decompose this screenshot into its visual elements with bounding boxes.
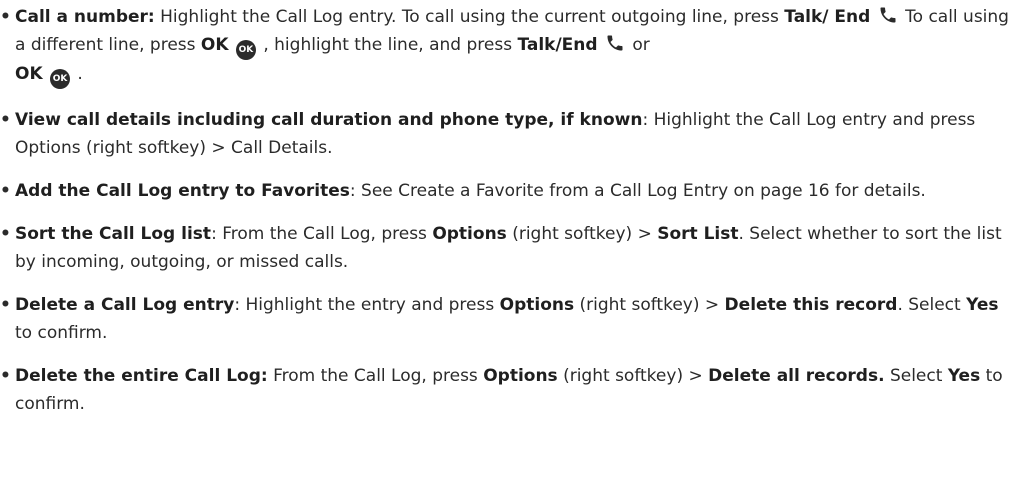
item-title: Add the Call Log entry to Favorites [15, 181, 350, 201]
item-bold: Delete all records. [708, 366, 885, 386]
item-text: From the Call Log, press [267, 366, 484, 386]
list-item: • View call details including call durat… [0, 106, 1010, 162]
item-bold: Sort List [657, 224, 739, 244]
document-page: • Call a number: Highlight the Call Log … [0, 0, 1025, 496]
list-item: • Call a number: Highlight the Call Log … [0, 3, 1010, 89]
item-text: or [626, 35, 650, 55]
phone-handset-icon [878, 5, 898, 25]
item-bold: Options [432, 224, 507, 244]
ok-button-icon: OK [50, 69, 71, 89]
item-title: Delete the entire Call Log: [15, 366, 268, 386]
item-bold: Delete this record [724, 295, 898, 315]
item-text: Select [884, 366, 948, 386]
item-title: Sort the Call Log list [15, 224, 212, 244]
list-item: • Delete the entire Call Log: From the C… [0, 362, 1010, 418]
ok-button-icon: OK [235, 40, 256, 60]
item-title: View call details including call duratio… [15, 110, 643, 130]
item-title: Delete a Call Log entry [15, 295, 235, 315]
list-item: • Delete a Call Log entry: Highlight the… [0, 291, 1010, 347]
item-text: to confirm. [15, 323, 108, 343]
item-bold: Yes [966, 295, 999, 315]
item-bold: Options [483, 366, 558, 386]
list-item: • Add the Call Log entry to Favorites: S… [0, 177, 1010, 205]
bullet-list: • Call a number: Highlight the Call Log … [0, 3, 1010, 433]
item-bold: Talk/End [517, 35, 598, 55]
item-text: , highlight the line, and press [257, 35, 518, 55]
item-bold: OK [15, 64, 43, 84]
item-title: Call a number: [15, 7, 155, 27]
item-text: (right softkey) > [557, 366, 709, 386]
item-text: Highlight the Call Log entry. To call us… [154, 7, 785, 27]
item-text: . [72, 64, 83, 84]
item-text: : Highlight the entry and press [234, 295, 500, 315]
item-text: . Select [897, 295, 967, 315]
item-text: : See Create a Favorite from a Call Log … [349, 181, 926, 201]
bullet-mark: • [0, 366, 11, 386]
item-text: (right softkey) > [574, 295, 725, 315]
bullet-mark: • [0, 110, 11, 130]
bullet-mark: • [0, 181, 11, 201]
item-text: (right softkey) > [506, 224, 658, 244]
bullet-mark: • [0, 295, 11, 315]
list-item: • Sort the Call Log list: From the Call … [0, 220, 1010, 276]
item-bold: OK [200, 35, 229, 55]
bullet-mark: • [0, 7, 11, 27]
item-text: : From the Call Log, press [211, 224, 433, 244]
item-bold: Options [499, 295, 575, 315]
item-bold: Yes [947, 366, 981, 386]
phone-handset-icon [605, 33, 625, 53]
item-bold: Talk/ End [784, 7, 871, 27]
bullet-mark: • [0, 224, 11, 244]
